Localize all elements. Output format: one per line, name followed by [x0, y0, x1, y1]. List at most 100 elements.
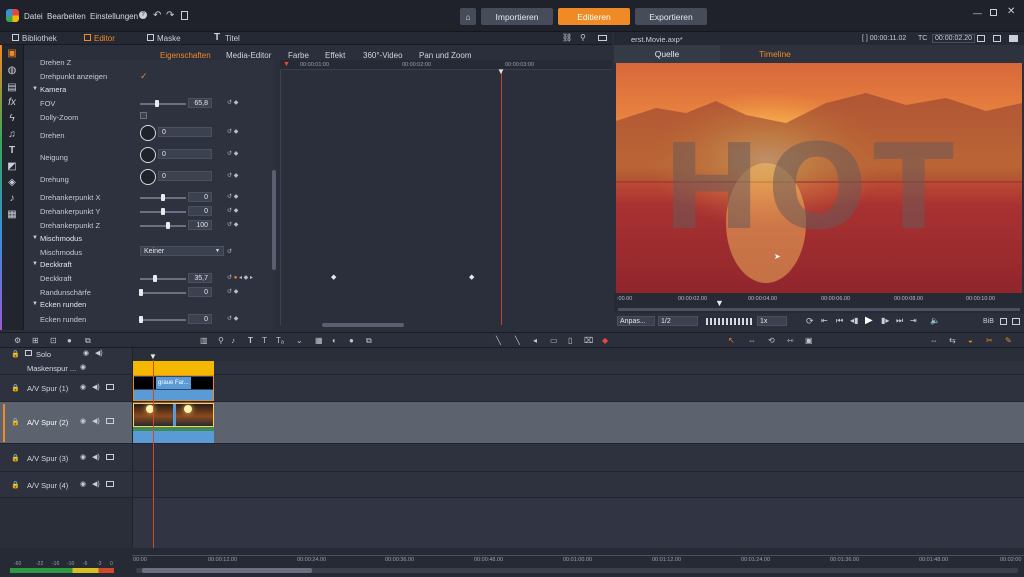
preview-scrub-track[interactable]: [618, 308, 1020, 311]
magnet-icon[interactable]: ◒: [968, 336, 973, 345]
help-icon[interactable]: ?: [139, 11, 147, 19]
text-tool2-icon[interactable]: Tₐ: [276, 336, 284, 345]
pivot-x-knob[interactable]: [161, 194, 165, 201]
edit-button[interactable]: Editieren: [558, 8, 630, 25]
preview-layout-icon[interactable]: [977, 35, 985, 42]
turn-reset-icon[interactable]: ↺ ◆: [227, 172, 238, 179]
next-frame-icon[interactable]: ⏭: [896, 316, 903, 326]
copy-icon[interactable]: ⧉: [85, 336, 91, 346]
menu-edit[interactable]: Bearbeiten: [47, 12, 86, 21]
storyboard-icon[interactable]: ▥: [200, 336, 208, 345]
dolly-zoom-checkbox[interactable]: [140, 112, 147, 119]
snap-icon[interactable]: ⊡: [50, 336, 57, 345]
track4-monitor-icon[interactable]: [106, 481, 114, 487]
pivot-y-reset-icon[interactable]: ↺ ◆: [227, 207, 238, 214]
track3-monitor-icon[interactable]: [106, 454, 114, 460]
round-section[interactable]: Ecken runden: [40, 300, 86, 309]
mark-in-icon[interactable]: ⇤: [821, 316, 828, 325]
track1-speaker-icon[interactable]: ◀): [92, 383, 100, 391]
layout-icon[interactable]: [598, 35, 607, 41]
step-back-icon[interactable]: ◂▮: [850, 316, 858, 325]
text-icon[interactable]: T: [6, 145, 18, 157]
track1-eye-icon[interactable]: ◉: [80, 383, 86, 391]
track1-monitor-icon[interactable]: [106, 384, 114, 390]
smart-icon[interactable]: ⟲: [768, 336, 775, 345]
track2-lock-icon[interactable]: 🔒: [11, 418, 20, 426]
round-corners-slider[interactable]: [140, 319, 186, 321]
record-icon[interactable]: ●: [67, 336, 72, 345]
tab-pan-zoom[interactable]: Pan und Zoom: [419, 51, 471, 60]
keyframe-playhead[interactable]: [501, 70, 502, 325]
keyframe-hscroll[interactable]: [322, 323, 404, 327]
tab-timeline[interactable]: Timeline: [722, 45, 828, 63]
text-tool-icon[interactable]: T: [262, 336, 267, 345]
pivot-z-field[interactable]: 100: [188, 220, 212, 230]
play-icon[interactable]: ▶: [865, 315, 873, 326]
blend-section[interactable]: Mischmodus: [40, 234, 82, 243]
fov-slider-knob[interactable]: [155, 100, 159, 107]
title-tool-icon[interactable]: T: [248, 336, 253, 345]
minimize-icon[interactable]: —: [973, 8, 982, 18]
round-collapse-icon[interactable]: ▼: [32, 301, 38, 307]
pivot-z-reset-icon[interactable]: ↺ ◆: [227, 221, 238, 228]
mask-eye-icon[interactable]: ◉: [80, 363, 86, 371]
fit-dropdown[interactable]: Anpas...: [617, 316, 655, 326]
edge-blur-knob[interactable]: [139, 289, 143, 296]
track4-lock-icon[interactable]: 🔒: [11, 481, 20, 489]
fx-icon[interactable]: fx: [6, 97, 18, 109]
camera-collapse-icon[interactable]: ▼: [32, 86, 38, 92]
track3-speaker-icon[interactable]: ◀): [92, 453, 100, 461]
opacity-knob[interactable]: [153, 275, 157, 282]
tab-properties[interactable]: Eigenschaften: [160, 51, 211, 60]
tilt-field[interactable]: 0: [158, 149, 212, 159]
pivot-z-knob[interactable]: [166, 222, 170, 229]
edge-blur-field[interactable]: 0: [188, 287, 212, 297]
dot-icon[interactable]: ●: [349, 336, 354, 345]
preview-video[interactable]: HOT ➤: [616, 63, 1022, 293]
tool2-icon[interactable]: ╲: [515, 336, 520, 345]
trim-icon[interactable]: ▯: [568, 336, 572, 345]
round-corners-field[interactable]: 0: [188, 314, 212, 324]
keyframe-marker-icon[interactable]: ▼: [283, 61, 290, 68]
speed-dropdown[interactable]: 1x: [757, 316, 787, 326]
opacity-slider[interactable]: [140, 278, 186, 280]
mask-clip[interactable]: [133, 361, 214, 375]
tab-source[interactable]: Quelle: [614, 45, 720, 63]
lightning-icon[interactable]: ϟ: [6, 113, 18, 125]
volume-icon[interactable]: 🔈: [930, 316, 940, 325]
pin-icon[interactable]: ⚲: [580, 33, 586, 42]
loop-icon[interactable]: ⟳: [806, 316, 814, 327]
music-icon[interactable]: ♫: [6, 129, 18, 141]
red-marker-icon[interactable]: ◆: [602, 336, 608, 345]
step-forward-icon[interactable]: ▮▸: [881, 316, 889, 325]
color-icon[interactable]: ◐: [332, 336, 337, 345]
opacity-section[interactable]: Deckkraft: [40, 260, 72, 269]
mark-out-icon[interactable]: ⇥: [910, 316, 917, 325]
pivot-y-field[interactable]: 0: [188, 206, 212, 216]
eye-icon[interactable]: ◉: [83, 349, 89, 357]
round-corners-reset-icon[interactable]: ↺ ◆: [227, 315, 238, 322]
audio-icon[interactable]: ♪: [231, 336, 235, 345]
tab-media-editor[interactable]: Media-Editor: [226, 51, 271, 60]
link-icon[interactable]: ⛓: [562, 33, 572, 42]
anchor-icon[interactable]: ⌄: [296, 336, 303, 345]
media-icon[interactable]: ▣: [6, 48, 18, 60]
tab-editor[interactable]: Editor: [94, 34, 115, 43]
slip-icon[interactable]: ⇿: [787, 336, 794, 345]
round-corners-knob[interactable]: [139, 316, 143, 323]
fov-slider[interactable]: [140, 103, 186, 105]
sticker-icon[interactable]: ◩: [6, 161, 18, 173]
jog-shuttle[interactable]: [706, 318, 752, 325]
camera-section[interactable]: Kamera: [40, 85, 66, 94]
fullscreen-icon[interactable]: [1000, 318, 1007, 325]
preview-layout3-icon[interactable]: [1009, 35, 1018, 42]
export-button[interactable]: Exportieren: [635, 8, 707, 25]
tab-library[interactable]: Bibliothek: [22, 34, 57, 43]
ripple-icon[interactable]: ⇔: [930, 336, 938, 345]
show-pivot-checkbox[interactable]: ✓: [140, 71, 148, 82]
document-icon[interactable]: [181, 11, 188, 20]
preview-layout2-icon[interactable]: [993, 35, 1001, 42]
track1-lock-icon[interactable]: 🔒: [11, 384, 20, 392]
track-icon[interactable]: ⊞: [32, 336, 39, 345]
nudge-icon[interactable]: ⇆: [949, 336, 956, 345]
